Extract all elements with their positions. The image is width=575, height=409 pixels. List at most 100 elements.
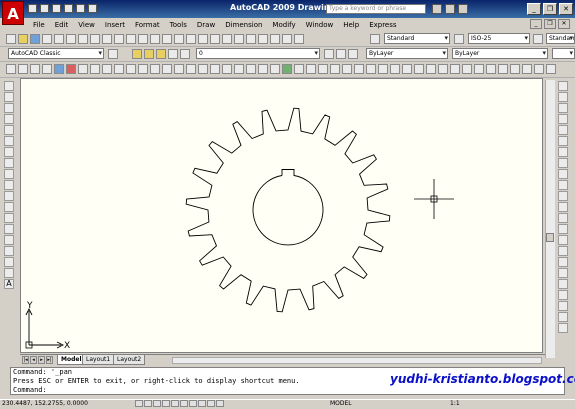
- sphere-icon[interactable]: [54, 64, 64, 74]
- 3d-move-icon[interactable]: [222, 64, 232, 74]
- sheet-set-icon[interactable]: [258, 34, 268, 44]
- workspace-select[interactable]: AutoCAD Classic: [8, 48, 104, 59]
- move-icon[interactable]: [558, 136, 568, 146]
- tab-last-button[interactable]: ▸|: [46, 356, 53, 364]
- erase-icon[interactable]: [558, 81, 568, 91]
- snap-toggle-icon[interactable]: [135, 400, 143, 407]
- linetype-select[interactable]: ByLayer: [452, 48, 548, 59]
- vertical-scrollbar[interactable]: [545, 80, 555, 358]
- help-icon[interactable]: [294, 34, 304, 44]
- undo-icon[interactable]: [150, 34, 160, 44]
- subtract-icon[interactable]: [198, 64, 208, 74]
- open-icon[interactable]: [18, 34, 28, 44]
- annotation-scale[interactable]: 1:1: [450, 400, 460, 407]
- region-icon[interactable]: [4, 257, 14, 267]
- radius-dim-icon[interactable]: [486, 64, 496, 74]
- baseline-dim-icon[interactable]: [546, 64, 556, 74]
- ucs-x-icon[interactable]: [390, 64, 400, 74]
- angular-dim-icon[interactable]: [522, 64, 532, 74]
- hatch-icon[interactable]: [4, 235, 14, 245]
- layer-previous-icon[interactable]: [336, 49, 346, 59]
- dyn-toggle-icon[interactable]: [198, 400, 206, 407]
- tool-palettes-icon[interactable]: [246, 34, 256, 44]
- minimize-button[interactable]: _: [527, 3, 541, 15]
- undo-icon[interactable]: [76, 4, 85, 13]
- horizontal-scrollbar[interactable]: [172, 357, 542, 364]
- text-style-icon[interactable]: [370, 34, 380, 44]
- menu-help[interactable]: Help: [338, 20, 364, 30]
- arc-icon[interactable]: [4, 136, 14, 146]
- layer-manager-icon[interactable]: [132, 49, 142, 59]
- plot-icon[interactable]: [42, 34, 52, 44]
- helix-icon[interactable]: [102, 64, 112, 74]
- ucs-view-icon[interactable]: [342, 64, 352, 74]
- menu-window[interactable]: Window: [301, 20, 339, 30]
- intersect-icon[interactable]: [210, 64, 220, 74]
- doc-minimize-button[interactable]: _: [530, 19, 542, 29]
- menu-insert[interactable]: Insert: [100, 20, 130, 30]
- insert-block-icon[interactable]: [4, 202, 14, 212]
- array-icon[interactable]: [558, 125, 568, 135]
- linear-dim-icon[interactable]: [438, 64, 448, 74]
- properties-icon[interactable]: [222, 34, 232, 44]
- coordinates-readout[interactable]: 230.4487, 152.2755, 0.0000: [2, 400, 88, 407]
- stretch-icon[interactable]: [558, 169, 568, 179]
- ellipse-icon[interactable]: [4, 180, 14, 190]
- plot-preview-icon[interactable]: [54, 34, 64, 44]
- new-icon[interactable]: [28, 4, 37, 13]
- workspace-settings-icon[interactable]: [108, 49, 118, 59]
- presspull-icon[interactable]: [138, 64, 148, 74]
- ducs-toggle-icon[interactable]: [189, 400, 197, 407]
- layer-select[interactable]: 0: [196, 48, 320, 59]
- ucs-apply-icon[interactable]: [426, 64, 436, 74]
- binoculars-icon[interactable]: [432, 4, 442, 14]
- line-icon[interactable]: [4, 81, 14, 91]
- ellipse-arc-icon[interactable]: [4, 191, 14, 201]
- ordinate-dim-icon[interactable]: [474, 64, 484, 74]
- table-style-icon[interactable]: [533, 34, 543, 44]
- layer-color-icon[interactable]: [180, 49, 190, 59]
- gradient-icon[interactable]: [4, 246, 14, 256]
- tab-first-button[interactable]: |◂: [22, 356, 29, 364]
- otrack-toggle-icon[interactable]: [180, 400, 188, 407]
- table-icon[interactable]: [4, 268, 14, 278]
- layer-state-icon[interactable]: [348, 49, 358, 59]
- grid-toggle-icon[interactable]: [144, 400, 152, 407]
- color-select[interactable]: ByLayer: [366, 48, 448, 59]
- tab-next-button[interactable]: ▸: [38, 356, 45, 364]
- extend-icon[interactable]: [558, 191, 568, 201]
- cone-icon[interactable]: [42, 64, 52, 74]
- lineweight-select[interactable]: [552, 48, 575, 59]
- publish-icon[interactable]: [66, 34, 76, 44]
- union-icon[interactable]: [186, 64, 196, 74]
- ucs-object-icon[interactable]: [354, 64, 364, 74]
- polar-toggle-icon[interactable]: [162, 400, 170, 407]
- menu-modify[interactable]: Modify: [267, 20, 300, 30]
- text-style-select[interactable]: Standard: [384, 33, 450, 44]
- ucs-z-icon[interactable]: [414, 64, 424, 74]
- multiline-text-icon[interactable]: A: [4, 279, 14, 289]
- diameter-dim-icon[interactable]: [510, 64, 520, 74]
- make-block-icon[interactable]: [4, 213, 14, 223]
- pan-icon[interactable]: [174, 34, 184, 44]
- dim-style-icon[interactable]: [454, 34, 464, 44]
- paste-icon[interactable]: [114, 34, 124, 44]
- visual-styles-icon[interactable]: [282, 64, 292, 74]
- rotate-icon[interactable]: [558, 147, 568, 157]
- point-icon[interactable]: [4, 224, 14, 234]
- loft-icon[interactable]: [174, 64, 184, 74]
- tab-layout1[interactable]: Layout1: [82, 355, 115, 365]
- wedge-icon[interactable]: [30, 64, 40, 74]
- redo-icon[interactable]: [88, 4, 97, 13]
- join-icon[interactable]: [558, 224, 568, 234]
- table-style-select[interactable]: Standard: [546, 33, 575, 44]
- lwt-toggle-icon[interactable]: [207, 400, 215, 407]
- qp-toggle-icon[interactable]: [216, 400, 224, 407]
- break-at-point-icon[interactable]: [558, 202, 568, 212]
- break-icon[interactable]: [558, 213, 568, 223]
- save-icon[interactable]: [30, 34, 40, 44]
- ucs-origin-icon[interactable]: [330, 64, 340, 74]
- autocad-logo[interactable]: A: [2, 1, 24, 25]
- snap-center-icon[interactable]: [558, 323, 568, 333]
- help-icon[interactable]: [458, 4, 468, 14]
